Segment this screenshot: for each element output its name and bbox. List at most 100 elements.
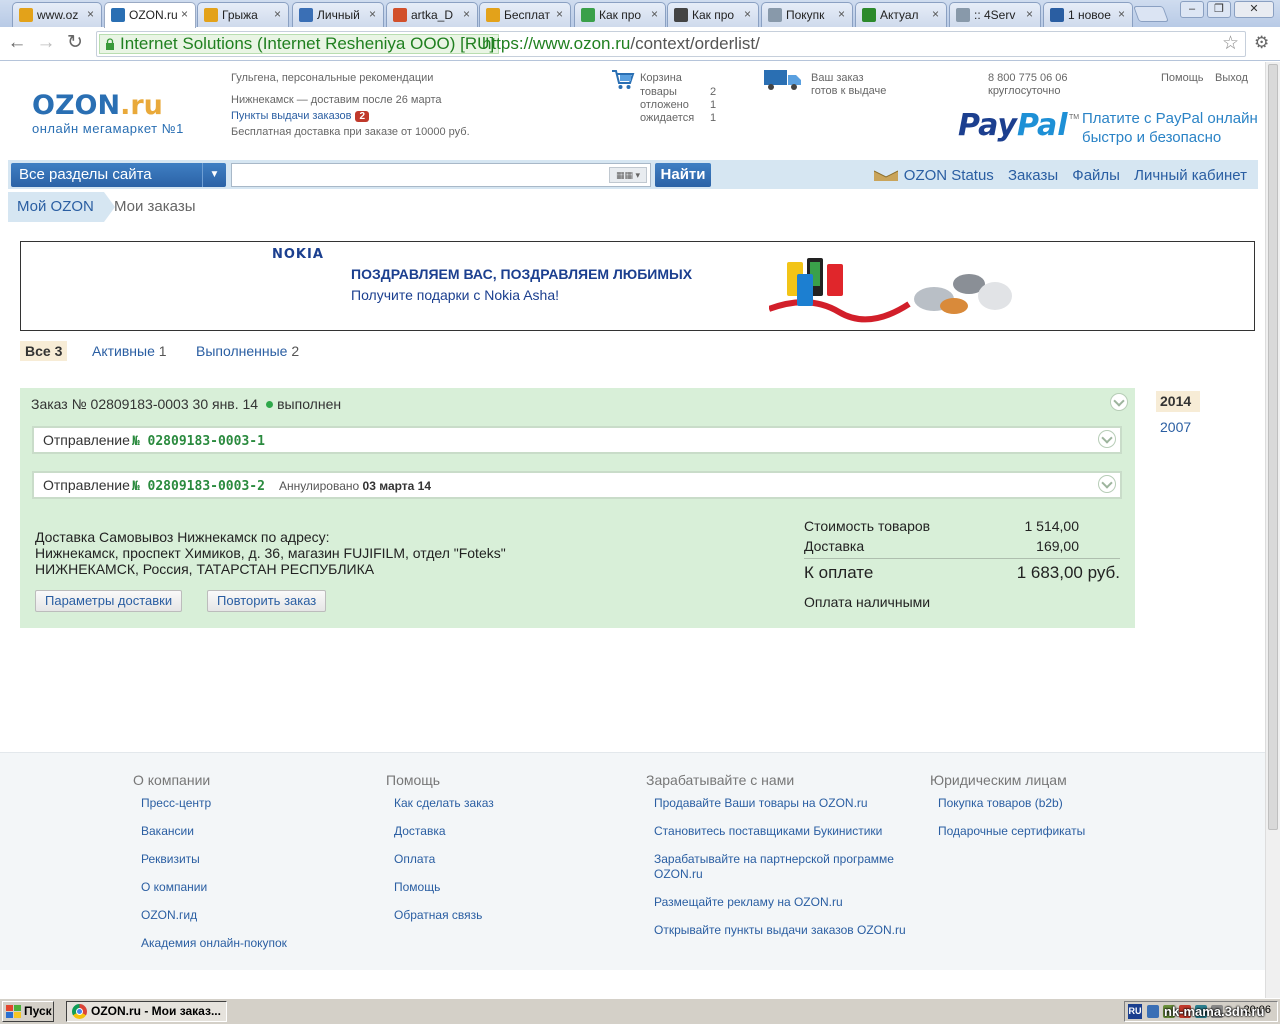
order-expand-icon[interactable] (1110, 393, 1128, 411)
shipment-expand-icon[interactable] (1098, 430, 1116, 448)
cart-row-count: 1 (710, 99, 717, 111)
breadcrumb-my-ozon[interactable]: Мой OZON (8, 192, 115, 222)
delivery-params-button[interactable]: Параметры доставки (35, 590, 183, 612)
footer-link[interactable]: OZON.гид (141, 908, 287, 923)
help-link[interactable]: Помощь (1161, 72, 1204, 84)
footer-link[interactable]: Пресс-центр (141, 796, 287, 811)
shipment-number[interactable]: № 02809183-0003-1 (132, 434, 265, 449)
repeat-order-button[interactable]: Повторить заказ (207, 590, 327, 612)
footer-link[interactable]: Академия онлайн-покупок (141, 936, 287, 951)
browser-tab[interactable]: www.oz × (12, 2, 102, 27)
tab-title: Грыжа (222, 8, 258, 22)
browser-tab[interactable]: Личный × (292, 2, 384, 27)
scrollbar-thumb[interactable] (1268, 64, 1278, 830)
browser-tab[interactable]: artka_D × (386, 2, 478, 27)
close-tab-icon[interactable]: × (1118, 7, 1125, 21)
footer-link[interactable]: Помощь (394, 880, 494, 895)
footer-link[interactable]: Зарабатывайте на партнерской программе O… (654, 852, 916, 882)
footer-link[interactable]: Размещайте рекламу на OZON.ru (654, 895, 916, 910)
ozon-status-link[interactable]: OZON Status (904, 167, 994, 184)
close-tab-icon[interactable]: × (463, 7, 470, 21)
browser-tab[interactable]: OZON.ru × (104, 2, 196, 28)
pickup-points-link[interactable]: Пункты выдачи заказов (231, 110, 351, 122)
browser-tab[interactable]: Грыжа × (197, 2, 289, 27)
close-window-icon[interactable]: ✕ (1234, 1, 1274, 18)
shipment-number[interactable]: № 02809183-0003-2 (132, 479, 265, 494)
files-link[interactable]: Файлы (1072, 167, 1120, 184)
start-button[interactable]: Пуск (2, 1001, 54, 1022)
city-selector[interactable]: Нижнекамск (231, 94, 294, 106)
orders-link[interactable]: Заказы (1008, 167, 1058, 184)
footer-link[interactable]: Обратная связь (394, 908, 494, 923)
year-2014[interactable]: 2014 (1156, 391, 1200, 412)
order-ready-line2[interactable]: готов к выдаче (811, 85, 886, 97)
tab-title: OZON.ru (129, 8, 178, 22)
paypal-logo[interactable]: PayPal (958, 108, 1068, 143)
filter-active[interactable]: Активные 1 (92, 341, 167, 361)
personal-cabinet-link[interactable]: Личный кабинет (1134, 167, 1247, 184)
network-icon[interactable] (1147, 1005, 1159, 1018)
language-indicator[interactable]: RU (1128, 1004, 1142, 1019)
browser-tab[interactable]: Как про × (667, 2, 759, 27)
footer-link[interactable]: Продавайте Ваши товары на OZON.ru (654, 796, 916, 811)
browser-tab[interactable]: Актуал × (855, 2, 947, 27)
footer-link[interactable]: Реквизиты (141, 852, 287, 867)
footer-link[interactable]: О компании (141, 880, 287, 895)
footer-link[interactable]: Доставка (394, 824, 494, 839)
ozon-logo[interactable]: OZON.ru (32, 90, 163, 121)
taskbar-chrome-window[interactable]: OZON.ru - Мои заказ... (66, 1001, 227, 1022)
close-tab-icon[interactable]: × (87, 7, 94, 21)
year-2007[interactable]: 2007 (1156, 417, 1200, 438)
footer-link[interactable]: Как сделать заказ (394, 796, 494, 811)
ev-certificate-badge[interactable]: Internet Solutions (Internet Resheniya O… (99, 34, 500, 54)
close-tab-icon[interactable]: × (1026, 7, 1033, 21)
back-icon[interactable]: ← (6, 33, 28, 53)
counter-icon (1050, 8, 1064, 22)
bookmark-star-icon[interactable]: ☆ (1222, 32, 1239, 56)
find-button[interactable]: Найти (655, 163, 711, 187)
filter-all[interactable]: Все 3 (20, 341, 68, 361)
browser-tab[interactable]: 1 новое × (1043, 2, 1133, 27)
minimize-icon[interactable]: – (1180, 1, 1204, 18)
browser-tab[interactable]: Бесплат × (479, 2, 571, 27)
close-tab-icon[interactable]: × (556, 7, 563, 21)
footer-link[interactable]: Покупка товаров (b2b) (938, 796, 1085, 811)
browser-tab[interactable]: Как про × (574, 2, 666, 27)
filter-completed[interactable]: Выполненные 2 (196, 341, 299, 361)
address-bar[interactable]: Internet Solutions (Internet Resheniya O… (96, 31, 1246, 57)
shipment-expand-icon[interactable] (1098, 475, 1116, 493)
page-scrollbar[interactable] (1265, 62, 1280, 998)
paypal-promo[interactable]: Платите с PayPal онлайн быстро и безопасн… (1082, 109, 1258, 147)
close-tab-icon[interactable]: × (274, 7, 281, 21)
reload-icon[interactable]: ↻ (64, 33, 86, 53)
footer-link[interactable]: Становитесь поставщиками Букинистики (654, 824, 916, 839)
shipment-row[interactable]: Отправление № 02809183-0003-1 (32, 426, 1122, 454)
cart-icon[interactable] (611, 68, 635, 92)
close-tab-icon[interactable]: × (744, 7, 751, 21)
phone: 8 800 775 06 06 (988, 72, 1068, 84)
personal-recommendations-link[interactable]: Гульгена, персональные рекомендации (231, 72, 433, 84)
close-tab-icon[interactable]: × (181, 7, 188, 21)
close-tab-icon[interactable]: × (932, 7, 939, 21)
close-tab-icon[interactable]: × (651, 7, 658, 21)
keyboard-icon[interactable]: ▦▦ ▾ (609, 167, 647, 183)
search-input[interactable]: ▦▦ ▾ (231, 163, 651, 187)
order-ready-link[interactable]: Ваш заказ (811, 72, 864, 84)
browser-tab[interactable]: Покупк × (761, 2, 853, 27)
nokia-banner[interactable]: NOKIA ПОЗДРАВЛЯЕМ ВАС, ПОЗДРАВЛЯЕМ ЛЮБИМ… (20, 241, 1255, 331)
maximize-icon[interactable]: ❐ (1207, 1, 1231, 18)
logout-link[interactable]: Выход (1215, 72, 1248, 84)
browser-tab[interactable]: :: 4Serv × (949, 2, 1041, 27)
shipment-row[interactable]: Отправление № 02809183-0003-2 Аннулировано… (32, 471, 1122, 499)
cart-title[interactable]: Корзина (640, 72, 682, 84)
footer-link[interactable]: Оплата (394, 852, 494, 867)
all-sections-dropdown[interactable]: Все разделы сайта ▼ (11, 163, 226, 187)
forward-icon[interactable]: → (35, 33, 57, 53)
footer-link[interactable]: Подарочные сертификаты (938, 824, 1085, 839)
new-tab-button[interactable] (1133, 6, 1169, 22)
footer-link[interactable]: Вакансии (141, 824, 287, 839)
footer-link[interactable]: Открывайте пункты выдачи заказов OZON.ru (654, 923, 916, 938)
wrench-menu-icon[interactable]: ⚙ (1254, 33, 1269, 53)
close-tab-icon[interactable]: × (369, 7, 376, 21)
close-tab-icon[interactable]: × (838, 7, 845, 21)
